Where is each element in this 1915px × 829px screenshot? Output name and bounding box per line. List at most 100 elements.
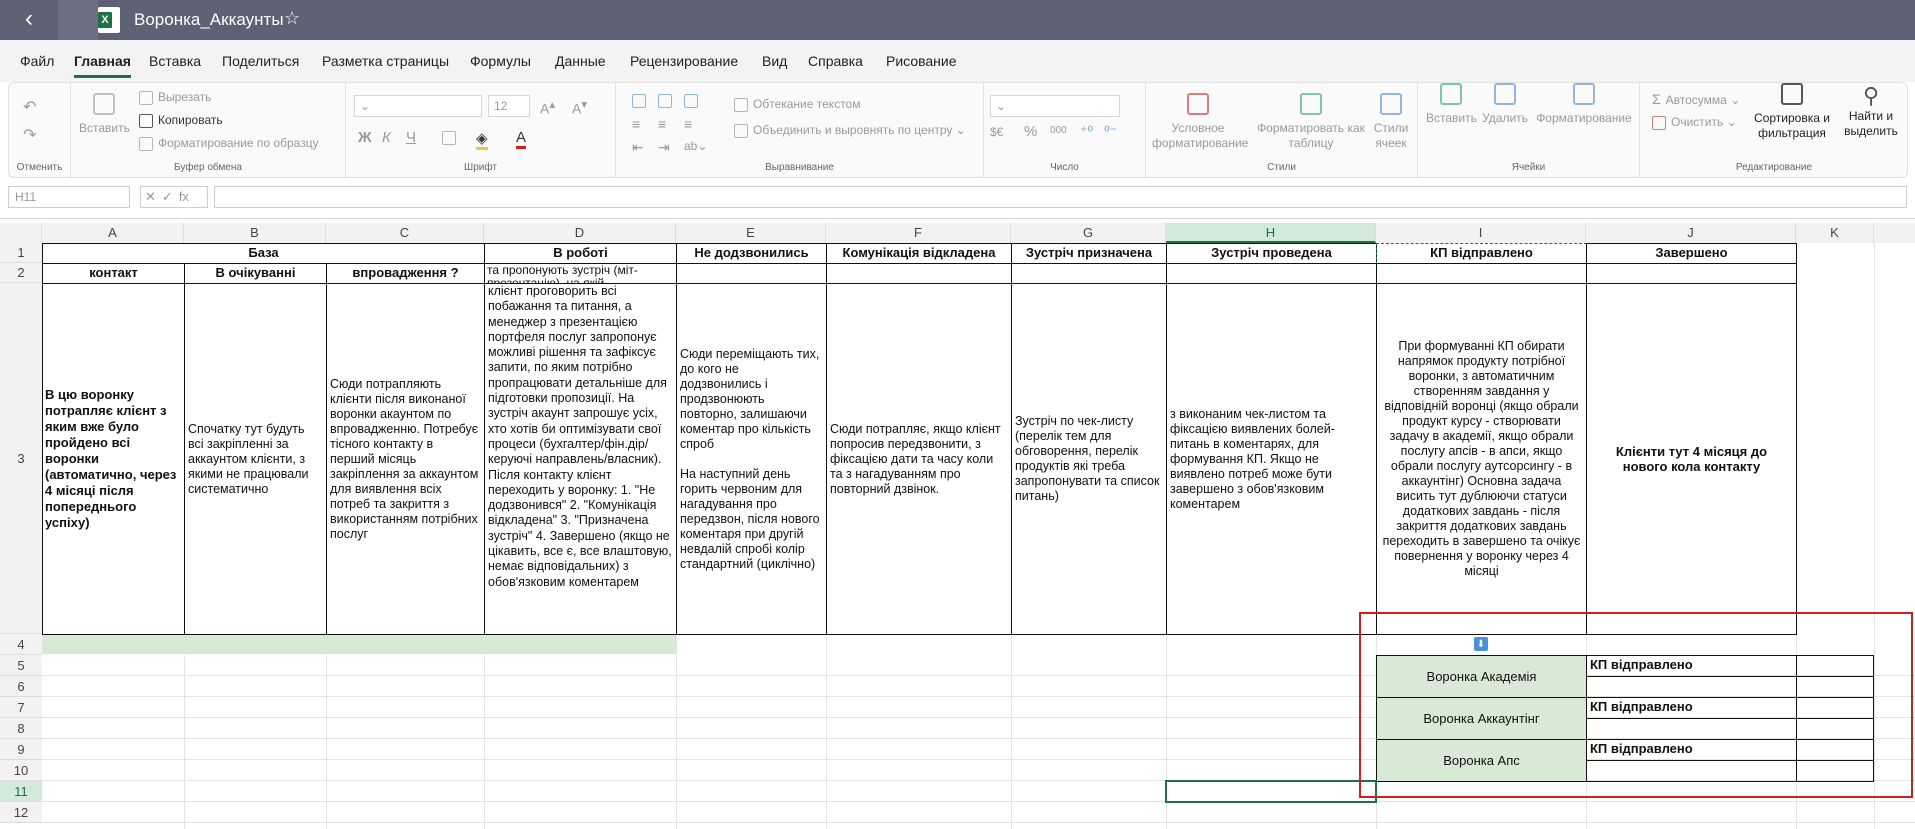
cell-styles-button[interactable]: Стили ячеек — [1368, 93, 1414, 151]
row-header-9[interactable]: 9 — [0, 739, 42, 760]
column-header-g[interactable]: G — [1011, 223, 1166, 243]
cell-a3[interactable]: В цю воронку потрапляє клієнт з яким вже… — [42, 283, 185, 635]
clear-button[interactable]: Очистить ⌄ — [1652, 115, 1737, 130]
name-box[interactable]: H11 — [8, 186, 130, 208]
cell-f2[interactable] — [826, 263, 1012, 284]
format-as-table-button[interactable]: Форматировать как таблицу — [1256, 93, 1366, 151]
align-right-icon[interactable]: ≡ — [684, 116, 692, 132]
number-format-dropdown[interactable]: ⌄ — [990, 95, 1120, 117]
delete-cells-button[interactable]: Удалить — [1480, 83, 1530, 126]
cell-i1[interactable]: КП відправлено — [1376, 243, 1587, 264]
column-header-k[interactable]: K — [1796, 223, 1874, 243]
format-painter-button[interactable]: Форматирование по образцу — [139, 136, 319, 151]
align-left-icon[interactable]: ≡ — [632, 116, 640, 132]
cell-d2[interactable]: та пропонують зустріч (міт-презентацію),… — [484, 263, 677, 284]
column-header-i[interactable]: I — [1376, 223, 1586, 243]
cut-button[interactable]: Вырезать — [139, 90, 211, 105]
find-select-button[interactable]: ⚲ Найти и выделить — [1840, 83, 1902, 139]
cell-a1-base[interactable]: База — [42, 243, 485, 264]
cell-f1[interactable]: Комунікація відкладена — [826, 243, 1012, 264]
cell-a2[interactable]: контакт — [42, 263, 185, 284]
cell-e2[interactable] — [676, 263, 827, 284]
borders-icon[interactable] — [442, 130, 461, 145]
percent-button[interactable]: % — [1024, 123, 1037, 140]
row-header-2[interactable]: 2 — [0, 263, 42, 283]
row-header-7[interactable]: 7 — [0, 697, 42, 718]
italic-button[interactable]: К — [382, 129, 391, 146]
tab-data[interactable]: Данные — [555, 53, 606, 69]
selected-cell-h11[interactable] — [1165, 780, 1377, 803]
star-icon[interactable]: ☆ — [284, 8, 300, 29]
conditional-formatting-button[interactable]: Условное форматирование — [1152, 93, 1248, 151]
format-cells-button[interactable]: Форматирование — [1534, 83, 1634, 126]
cell-d1[interactable]: В роботі — [484, 243, 677, 264]
cell-e1[interactable]: Не додзвонились — [676, 243, 827, 264]
column-header-a[interactable]: A — [42, 223, 184, 243]
cell-e3[interactable]: Сюди переміщають тих, до кого не додзвон… — [676, 283, 827, 635]
formula-input[interactable] — [214, 186, 1907, 208]
tab-page-layout[interactable]: Разметка страницы — [322, 53, 449, 69]
align-center-icon[interactable]: ≡ — [658, 116, 666, 132]
insert-cells-button[interactable]: Вставить — [1426, 83, 1477, 126]
cell-h3[interactable]: з виконаним чек-листом та фіксацією вияв… — [1166, 283, 1377, 635]
sort-filter-button[interactable]: Сортировка и фильтрация — [1748, 83, 1836, 141]
font-size-dropdown[interactable]: 12 — [488, 95, 530, 117]
tab-file[interactable]: Файл — [20, 53, 54, 69]
cell-g3[interactable]: Зустріч по чек-листу (перелік тем для об… — [1011, 283, 1167, 635]
row-header-5[interactable]: 5 — [0, 655, 42, 676]
tab-share[interactable]: Поделиться — [222, 53, 299, 69]
align-middle-icon[interactable] — [658, 93, 677, 108]
cell-b3[interactable]: Спочатку тут будуть всі закріпленні за а… — [184, 283, 327, 635]
fx-button[interactable]: fx — [179, 189, 189, 204]
underline-button[interactable]: Ч — [406, 129, 416, 146]
tab-help[interactable]: Справка — [808, 53, 863, 69]
row-header-10[interactable]: 10 — [0, 760, 42, 781]
column-header-d[interactable]: D — [484, 223, 676, 243]
paste-button[interactable]: Вставить — [79, 93, 130, 136]
row-header-12[interactable]: 12 — [0, 802, 42, 823]
font-color-icon[interactable]: A — [516, 129, 527, 149]
decrease-indent-icon[interactable]: ⇤ — [632, 139, 644, 156]
row-header-11[interactable]: 11 — [0, 781, 42, 802]
bold-button[interactable]: Ж — [358, 129, 372, 146]
wrap-text-button[interactable]: Обтекание текстом — [734, 97, 860, 112]
increase-indent-icon[interactable]: ⇥ — [658, 139, 670, 156]
decrease-decimal-icon[interactable]: ⁰⁻ — [1104, 123, 1117, 140]
shrink-font-icon[interactable]: A▾ — [572, 97, 587, 117]
autosum-button[interactable]: Σ Автосумма ⌄ — [1652, 91, 1740, 107]
copy-button[interactable]: Копировать — [139, 113, 223, 128]
tab-formulas[interactable]: Формулы — [470, 53, 531, 69]
row-header-1[interactable]: 1 — [0, 243, 42, 263]
row-header-8[interactable]: 8 — [0, 718, 42, 739]
cell-i3[interactable]: При формуванні КП обирати напрямок проду… — [1376, 283, 1587, 635]
cell-i2[interactable] — [1376, 263, 1587, 284]
increase-decimal-icon[interactable]: ⁺⁰ — [1080, 123, 1093, 140]
redo-icon[interactable]: ↷ — [23, 125, 36, 145]
tab-insert[interactable]: Вставка — [149, 53, 201, 69]
cancel-icon[interactable]: ✕ — [145, 189, 162, 204]
cell-j2[interactable] — [1586, 263, 1797, 284]
merge-center-button[interactable]: Объединить и выровнять по центру ⌄ — [734, 123, 966, 138]
column-header-b[interactable]: B — [184, 223, 326, 243]
enter-icon[interactable]: ✓ — [162, 189, 179, 204]
cell-g1[interactable]: Зустріч призначена — [1011, 243, 1167, 264]
cell-c2[interactable]: впровадження ? — [326, 263, 485, 284]
align-top-icon[interactable] — [632, 93, 651, 108]
cell-h1[interactable]: Зустріч проведена — [1166, 243, 1377, 264]
orientation-icon[interactable]: ab⌄ — [684, 139, 707, 153]
currency-button[interactable]: $€ — [990, 125, 1003, 139]
back-arrow-icon[interactable]: ‹ — [14, 6, 44, 32]
tab-view[interactable]: Вид — [762, 53, 787, 69]
fill-color-icon[interactable]: ◈ — [476, 129, 488, 150]
cell-j1[interactable]: Завершено — [1586, 243, 1797, 264]
cell-d3[interactable]: клієнт проговорить всі побажання та пита… — [484, 283, 677, 635]
cell-b2[interactable]: В очікуванні — [184, 263, 327, 284]
column-header-c[interactable]: C — [326, 223, 484, 243]
row-header-6[interactable]: 6 — [0, 676, 42, 697]
cell-c3[interactable]: Сюди потрапляють клієнти після виконаної… — [326, 283, 485, 635]
column-header-h[interactable]: H — [1166, 223, 1376, 243]
align-bottom-icon[interactable] — [684, 93, 703, 108]
tab-draw[interactable]: Рисование — [886, 53, 957, 69]
row-header-4[interactable]: 4 — [0, 634, 42, 655]
cell-h2[interactable] — [1166, 263, 1377, 284]
